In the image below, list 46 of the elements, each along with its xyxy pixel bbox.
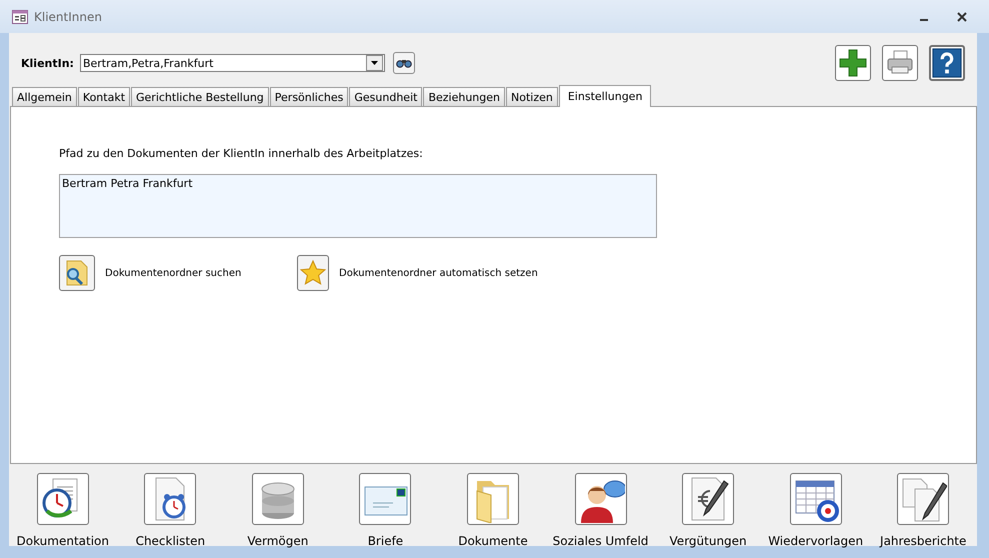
tab[interactable]: Kontakt	[78, 87, 130, 106]
form-icon	[12, 10, 28, 24]
close-icon[interactable]	[957, 12, 967, 22]
add-button[interactable]	[835, 45, 871, 81]
tab[interactable]: Persönliches	[270, 87, 348, 106]
button-label: Soziales Umfeld	[552, 534, 648, 548]
button-label: Dokumente	[458, 534, 528, 548]
button-label: Checklisten	[136, 534, 206, 548]
action-label: Dokumentenordner suchen	[105, 268, 242, 278]
print-button[interactable]	[882, 45, 918, 81]
tab[interactable]: Einstellungen	[558, 85, 652, 107]
coins-button[interactable]	[252, 473, 304, 525]
star-button[interactable]	[297, 255, 329, 291]
dropdown-arrow-icon	[370, 61, 378, 65]
tab[interactable]: Allgemein	[12, 87, 77, 106]
button-label: Jahresberichte	[880, 534, 966, 548]
help-icon	[931, 46, 963, 80]
window-title: KlientInnen	[34, 10, 103, 24]
star-icon	[298, 258, 328, 288]
tab[interactable]: Notizen	[506, 87, 558, 106]
binoculars-icon	[396, 58, 412, 68]
button-label: Dokumentation	[16, 534, 110, 548]
help-button[interactable]	[929, 45, 965, 81]
calendar-button[interactable]	[790, 473, 842, 525]
tab[interactable]: Gerichtliche Bestellung	[131, 87, 269, 106]
button-label: Briefe	[368, 534, 404, 548]
button-label: Vermögen	[247, 534, 308, 548]
documents-pen-button[interactable]	[897, 473, 950, 525]
client-label: KlientIn:	[21, 56, 74, 70]
envelope-button[interactable]	[359, 473, 412, 525]
folder-button[interactable]	[466, 473, 519, 525]
euro-pen-button[interactable]	[682, 473, 734, 525]
folder-search-button[interactable]	[59, 255, 95, 291]
tab[interactable]: Gesundheit	[349, 87, 422, 106]
clock-document-button[interactable]	[36, 473, 89, 525]
alarm-clock-button[interactable]	[144, 473, 196, 525]
plus-icon	[838, 48, 868, 78]
tab[interactable]: Beziehungen	[423, 87, 506, 106]
person-speech-button[interactable]	[574, 473, 627, 525]
path-field[interactable]: Bertram Petra Frankfurt	[59, 174, 657, 238]
button-label: Wiedervorlagen	[768, 534, 864, 548]
action-label: Dokumentenordner automatisch setzen	[339, 268, 538, 278]
path-label: Pfad zu den Dokumenten der KlientIn innerhalb des Arbeitplatzes:	[59, 147, 424, 160]
client-dropdown[interactable]: Bertram,Petra,Frankfurt	[80, 54, 385, 72]
button-label: Vergütungen	[670, 534, 747, 548]
find-button[interactable]	[392, 52, 415, 74]
